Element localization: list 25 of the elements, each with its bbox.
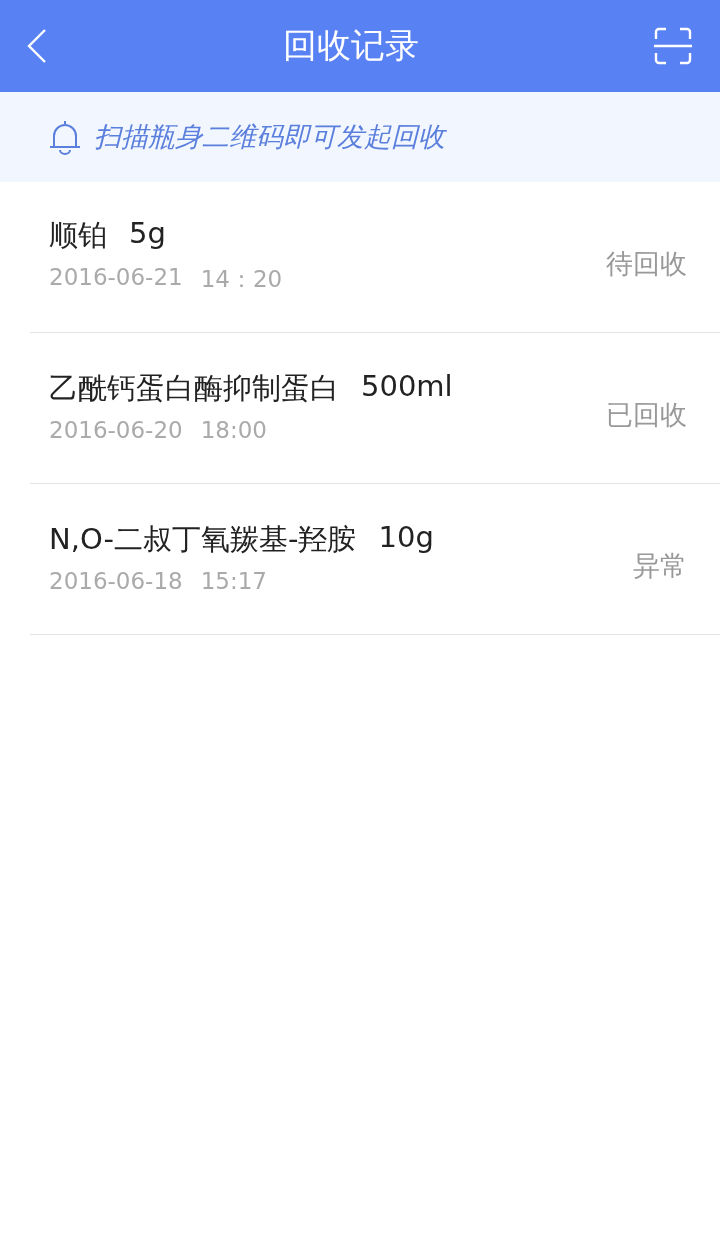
notice-text: 扫描瓶身二维码即可发起回收 (94, 120, 445, 154)
record-date: 2016-06-20 (49, 417, 183, 443)
record-time: 15:17 (200, 568, 267, 594)
record-date: 2016-06-18 (49, 568, 183, 594)
record-item[interactable]: 顺铂 5g 2016-06-21 14：20 待回收 (30, 182, 720, 333)
scan-icon (654, 27, 692, 65)
back-button[interactable] (26, 28, 48, 64)
status-label: 异常 (633, 549, 687, 583)
chemical-amount: 500ml (361, 369, 453, 405)
chemical-amount: 10g (378, 520, 434, 556)
chemical-name: 乙酰钙蛋白酶抑制蛋白 (49, 370, 339, 407)
status-label: 待回收 (606, 247, 687, 281)
record-time: 14：20 (200, 264, 283, 294)
status-label: 已回收 (606, 398, 687, 432)
back-icon (26, 28, 48, 64)
page-title: 回收记录 (283, 24, 419, 67)
record-date: 2016-06-21 (49, 263, 183, 292)
record-item[interactable]: N,O-二叔丁氧羰基-羟胺 10g 2016-06-18 15:17 异常 (30, 484, 720, 635)
chemical-name: N,O-二叔丁氧羰基-羟胺 (49, 521, 357, 558)
chemical-amount: 5g (129, 215, 166, 252)
record-item[interactable]: 乙酰钙蛋白酶抑制蛋白 500ml 2016-06-20 18:00 已回收 (30, 333, 720, 484)
record-time: 18:00 (200, 417, 267, 443)
scan-button[interactable] (654, 27, 692, 65)
chemical-name: 顺铂 (49, 216, 107, 254)
bell-icon (48, 119, 82, 155)
